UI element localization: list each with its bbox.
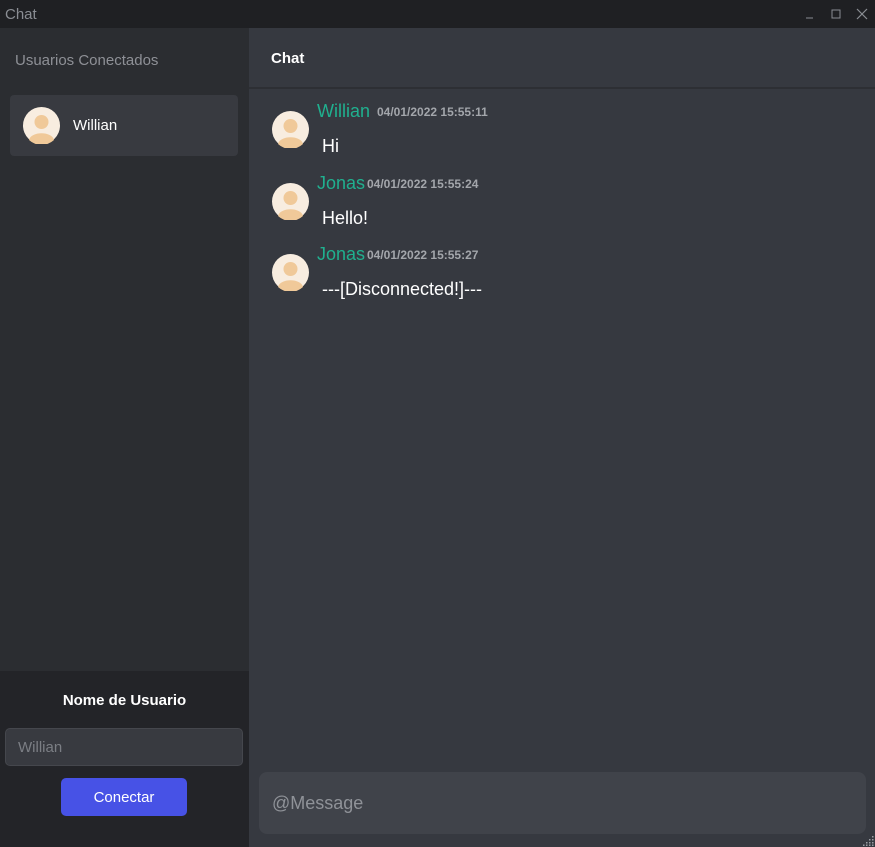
window-controls — [797, 0, 875, 28]
maximize-button[interactable] — [823, 0, 849, 28]
message-author: Jonas — [317, 244, 366, 264]
close-button[interactable] — [849, 0, 875, 28]
message-timestamp: 04/01/2022 15:55:24 — [367, 177, 479, 191]
message-item: Jonas 04/01/2022 15:55:27 ---[Disconnect… — [272, 234, 852, 304]
message-item: Jonas 04/01/2022 15:55:24 Hello! — [272, 163, 852, 233]
minimize-button[interactable] — [797, 0, 823, 28]
user-avatar-icon — [272, 111, 309, 148]
message-timestamp: 04/01/2022 15:55:11 — [377, 105, 488, 119]
close-icon — [856, 8, 868, 20]
user-avatar-icon — [272, 254, 309, 291]
user-list-item[interactable]: Willian — [10, 95, 238, 156]
message-text: ---[Disconnected!]--- — [322, 279, 483, 299]
message-author: Willian — [317, 101, 371, 121]
user-avatar-icon — [23, 107, 60, 144]
chat-area: Chat Willian 04/01/2022 15:55:11 Hi Jona… — [249, 28, 875, 847]
message-text: Hi — [322, 136, 339, 156]
chat-title: Chat — [271, 50, 305, 67]
message-author: Jonas — [317, 173, 366, 193]
message-text: Hello! — [322, 208, 369, 228]
username-input[interactable] — [5, 728, 243, 766]
chat-header: Chat — [249, 28, 875, 89]
sidebar-title: Usuarios Conectados — [15, 52, 159, 69]
window-title: Chat — [5, 5, 37, 23]
message-timestamp: 04/01/2022 15:55:27 — [367, 248, 479, 262]
user-name: Willian — [73, 117, 118, 134]
user-avatar-icon — [272, 183, 309, 220]
connect-button[interactable]: Conectar — [61, 778, 187, 816]
message-item: Willian 04/01/2022 15:55:11 Hi — [272, 91, 852, 161]
title-bar: Chat — [0, 0, 875, 28]
sidebar: Usuarios Conectados Willian Nome de Usua… — [0, 28, 249, 847]
username-label: Nome de Usuario — [62, 692, 187, 709]
message-input[interactable] — [259, 772, 866, 834]
login-panel: Nome de Usuario Conectar — [0, 671, 249, 847]
minimize-icon — [806, 17, 813, 19]
resize-grip-icon[interactable] — [862, 834, 874, 846]
maximize-icon — [831, 9, 841, 19]
